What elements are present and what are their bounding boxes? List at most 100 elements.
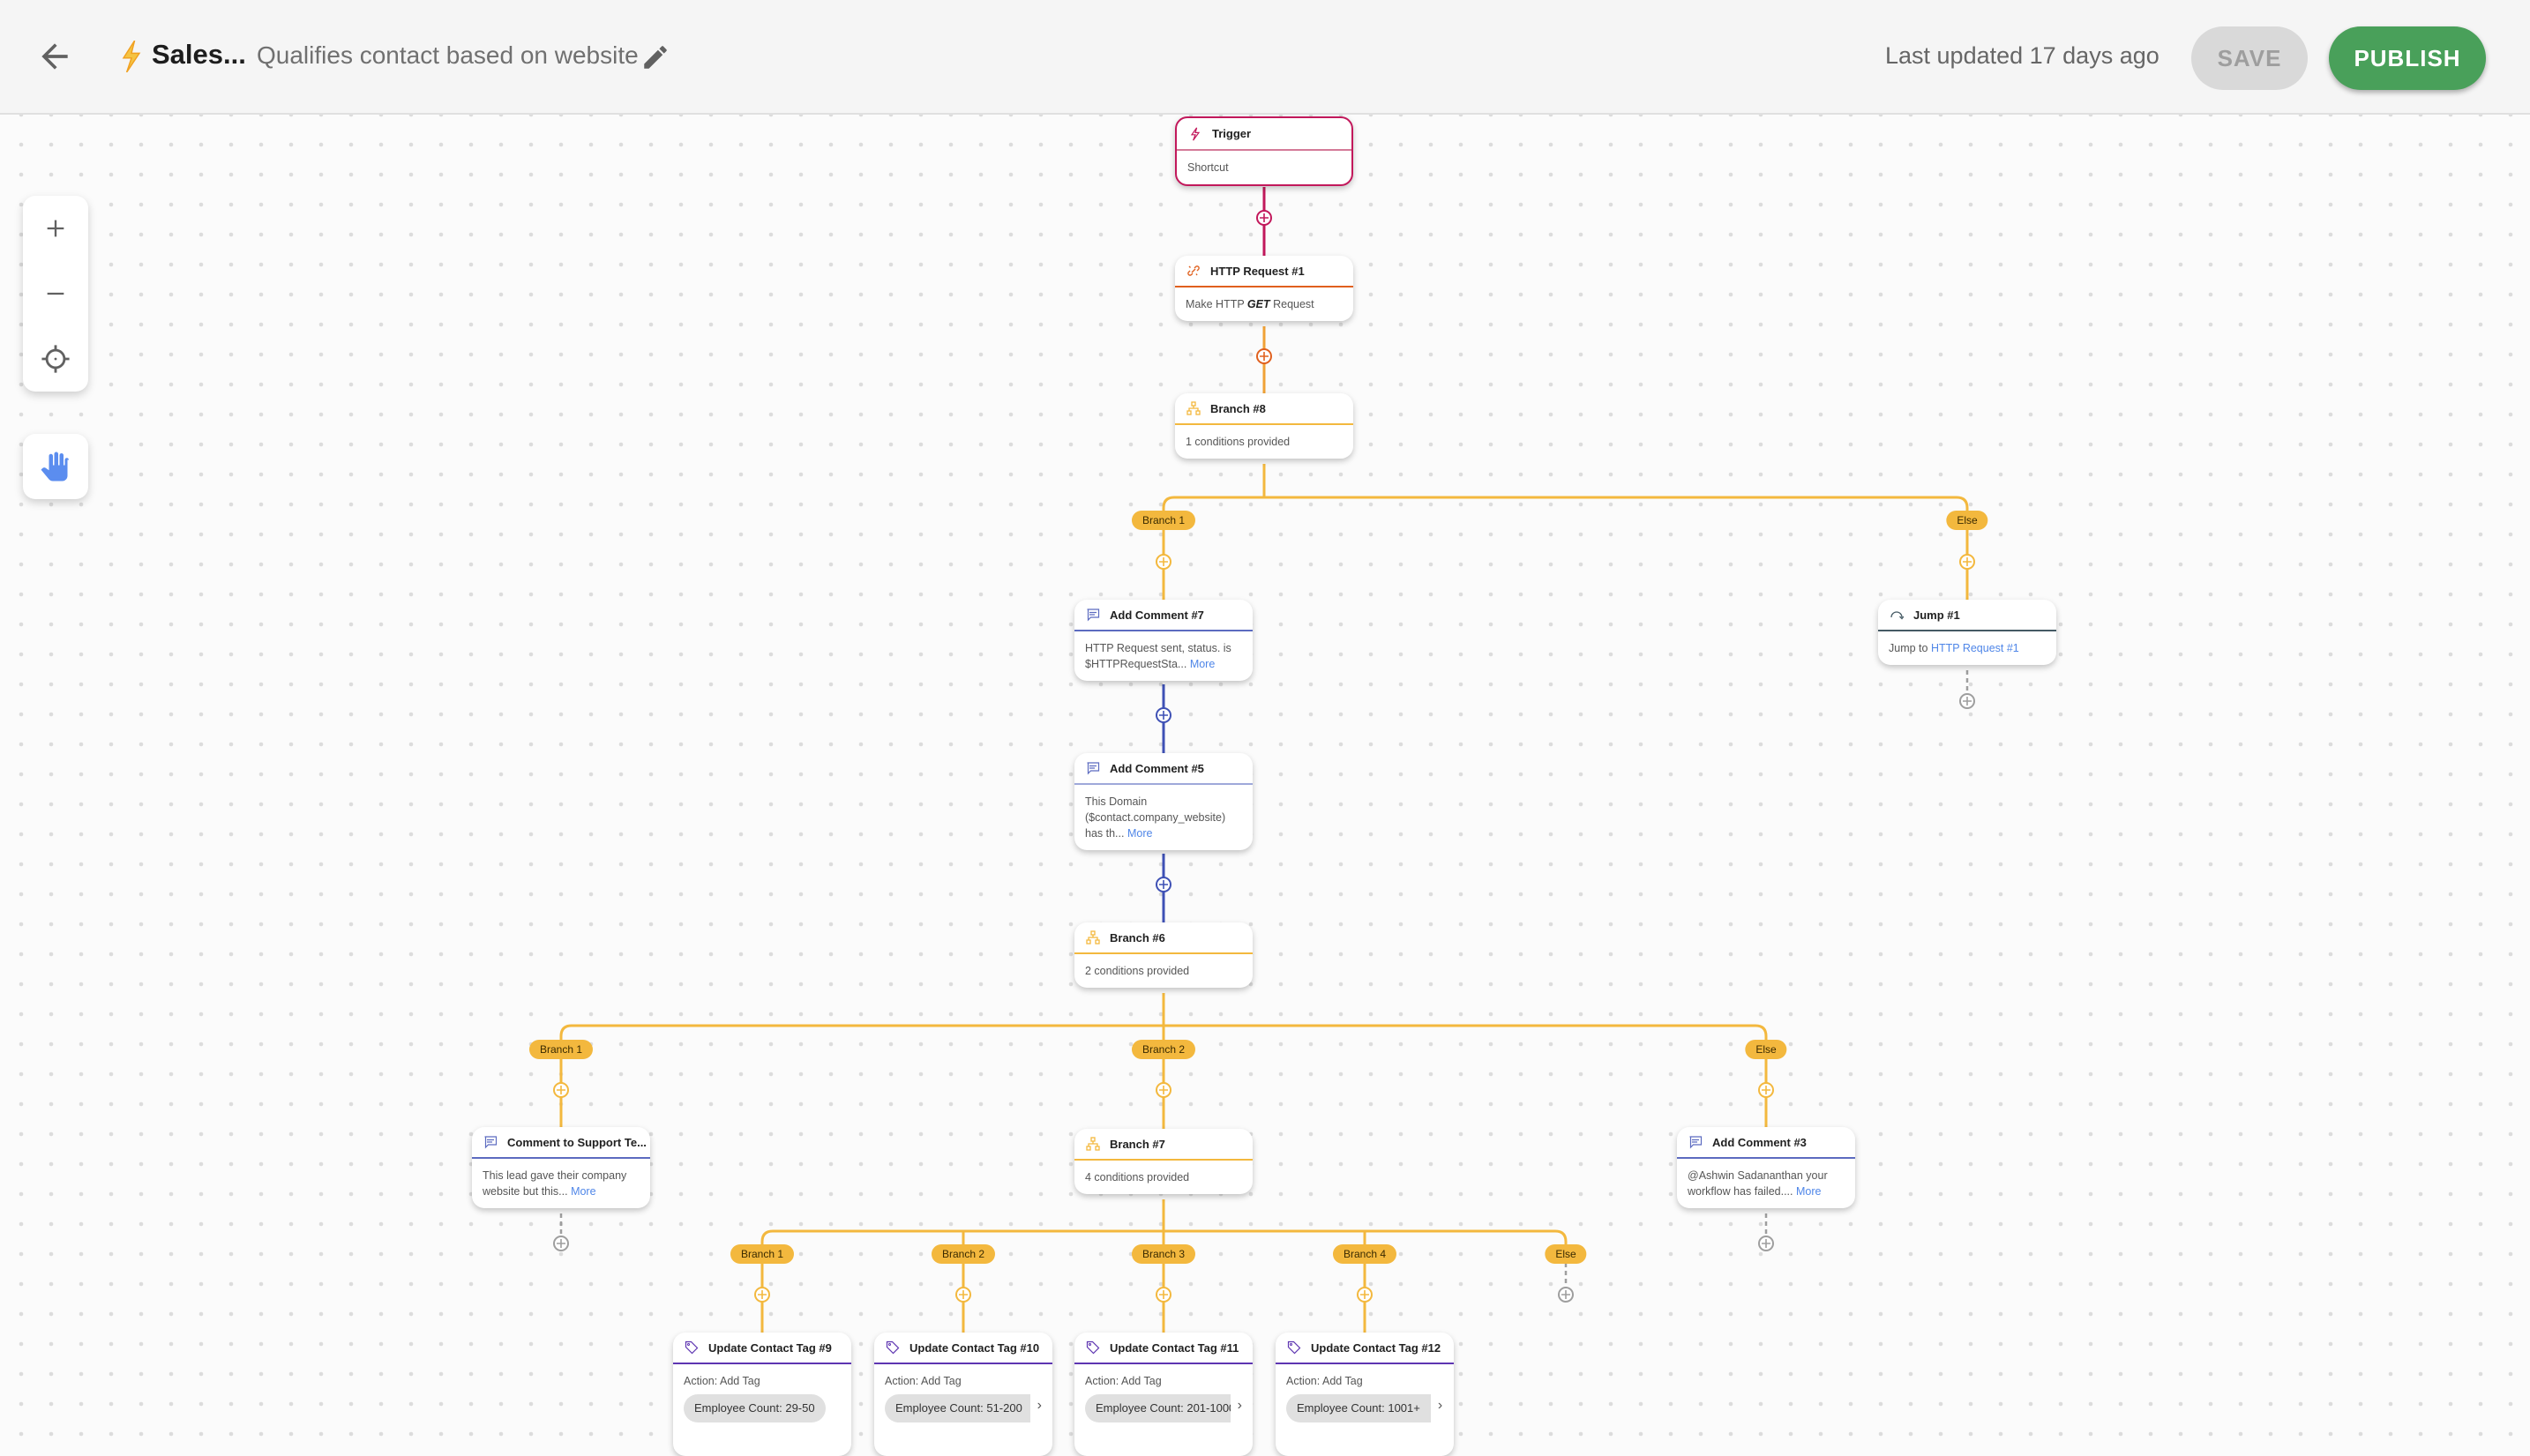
add-step-button[interactable] xyxy=(1558,1287,1574,1303)
tag-action: Action: Add Tag xyxy=(684,1375,760,1387)
node-body: Shortcut xyxy=(1187,161,1229,174)
http-link-icon xyxy=(1186,263,1201,279)
zoom-in-button[interactable] xyxy=(23,196,88,261)
add-step-button[interactable] xyxy=(955,1287,971,1303)
node-title: Trigger xyxy=(1212,127,1252,140)
node-add-comment-3[interactable]: Add Comment #3 @Ashwin Sadananthan your … xyxy=(1677,1127,1855,1208)
chevron-right-icon[interactable]: › xyxy=(1238,1398,1242,1414)
add-step-button[interactable] xyxy=(1758,1236,1774,1251)
node-update-contact-tag-11[interactable]: Update Contact Tag #11 Action: Add Tag E… xyxy=(1074,1333,1253,1456)
add-step-button[interactable] xyxy=(1156,1082,1171,1098)
branch-badge[interactable]: Branch 2 xyxy=(1131,1040,1196,1059)
body-text: This Domain ($contact.company_website) h… xyxy=(1085,795,1226,840)
add-step-button[interactable] xyxy=(1256,210,1272,226)
node-update-contact-tag-12[interactable]: Update Contact Tag #12 Action: Add Tag E… xyxy=(1276,1333,1454,1456)
more-link[interactable]: More xyxy=(1190,658,1215,670)
tag-list: Employee Count: 29-50 xyxy=(684,1389,841,1422)
jump-icon xyxy=(1889,607,1905,623)
more-link[interactable]: More xyxy=(1796,1185,1821,1198)
node-header: Branch #7 xyxy=(1074,1129,1253,1161)
add-step-button[interactable] xyxy=(1156,877,1171,892)
branch-badge[interactable]: Branch 4 xyxy=(1332,1244,1397,1264)
add-step-button[interactable] xyxy=(1156,554,1171,570)
node-header: Branch #8 xyxy=(1175,393,1353,425)
node-title: Add Comment #5 xyxy=(1110,761,1204,775)
more-link[interactable]: More xyxy=(571,1185,595,1198)
add-step-button[interactable] xyxy=(1959,554,1975,570)
add-step-button[interactable] xyxy=(1256,348,1272,364)
branch-icon xyxy=(1085,930,1101,945)
tag-chip: Employee Count: 201-1000 xyxy=(1085,1394,1231,1422)
plus-icon xyxy=(1260,213,1269,222)
plus-icon xyxy=(1159,711,1168,720)
tag-icon xyxy=(684,1340,700,1355)
node-branch-8[interactable]: Branch #8 1 conditions provided xyxy=(1175,393,1353,459)
node-body: Action: Add Tag Employee Count: 201-1000… xyxy=(1074,1364,1253,1431)
node-jump-1[interactable]: Jump #1 Jump to HTTP Request #1 xyxy=(1878,600,2056,665)
add-step-button[interactable] xyxy=(1156,707,1171,723)
branch-badge[interactable]: Branch 1 xyxy=(1131,511,1196,530)
node-body: Action: Add Tag Employee Count: 51-200 › xyxy=(874,1364,1052,1431)
comment-icon xyxy=(1085,760,1101,776)
branch-badge[interactable]: Branch 2 xyxy=(931,1244,996,1264)
plus-icon xyxy=(758,1290,767,1299)
node-body: Action: Add Tag Employee Count: 1001+ › xyxy=(1276,1364,1454,1431)
node-header: Branch #6 xyxy=(1074,922,1253,954)
node-add-comment-5[interactable]: Add Comment #5 This Domain ($contact.com… xyxy=(1074,753,1253,850)
add-step-button[interactable] xyxy=(553,1082,569,1098)
node-branch-6[interactable]: Branch #6 2 conditions provided xyxy=(1074,922,1253,988)
node-title: Branch #8 xyxy=(1210,401,1266,415)
comment-icon xyxy=(483,1134,498,1150)
node-comment-support-team[interactable]: Comment to Support Te... This lead gave … xyxy=(472,1127,650,1208)
plus-icon xyxy=(1159,1290,1168,1299)
branch-icon xyxy=(1186,400,1201,416)
chevron-right-icon[interactable]: › xyxy=(1037,1398,1042,1414)
publish-button[interactable]: PUBLISH xyxy=(2329,26,2486,90)
node-header: HTTP Request #1 xyxy=(1175,256,1353,287)
jump-target-link[interactable]: HTTP Request #1 xyxy=(1931,642,2019,654)
tag-action: Action: Add Tag xyxy=(1085,1375,1162,1387)
plus-icon xyxy=(557,1086,565,1094)
add-step-button[interactable] xyxy=(1959,693,1975,709)
else-badge[interactable]: Else xyxy=(1946,511,1988,530)
node-trigger[interactable]: Trigger Shortcut xyxy=(1175,116,1353,186)
tag-chip: Employee Count: 51-200 xyxy=(885,1394,1030,1422)
branch-badge[interactable]: Branch 3 xyxy=(1131,1244,1196,1264)
node-update-contact-tag-10[interactable]: Update Contact Tag #10 Action: Add Tag E… xyxy=(874,1333,1052,1456)
plus-icon xyxy=(1963,557,1972,566)
add-step-button[interactable] xyxy=(1357,1287,1373,1303)
tag-icon xyxy=(1286,1340,1302,1355)
node-body: @Ashwin Sadananthan your workflow has fa… xyxy=(1677,1159,1855,1208)
add-step-button[interactable] xyxy=(754,1287,770,1303)
body-text: This lead gave their company website but… xyxy=(483,1169,627,1198)
zoom-controls xyxy=(23,196,88,392)
branch-badge[interactable]: Branch 1 xyxy=(730,1244,795,1264)
node-add-comment-7[interactable]: Add Comment #7 HTTP Request sent, status… xyxy=(1074,600,1253,681)
chevron-right-icon[interactable]: › xyxy=(1438,1398,1442,1414)
pan-tool-button[interactable] xyxy=(23,434,88,499)
zoom-out-button[interactable] xyxy=(23,261,88,326)
branch-badge[interactable]: Branch 1 xyxy=(528,1040,594,1059)
recenter-button[interactable] xyxy=(23,326,88,392)
node-title: Update Contact Tag #10 xyxy=(909,1340,1040,1355)
else-badge[interactable]: Else xyxy=(1745,1040,1787,1059)
add-step-button[interactable] xyxy=(1156,1287,1171,1303)
more-link[interactable]: More xyxy=(1127,827,1152,840)
lightning-bolt-icon xyxy=(122,41,141,72)
else-badge[interactable]: Else xyxy=(1545,1244,1587,1264)
save-button[interactable]: SAVE xyxy=(2191,26,2308,90)
edit-button[interactable] xyxy=(640,42,670,72)
add-step-button[interactable] xyxy=(1758,1082,1774,1098)
node-update-contact-tag-9[interactable]: Update Contact Tag #9 Action: Add Tag Em… xyxy=(673,1333,851,1456)
back-button[interactable] xyxy=(35,37,74,76)
add-step-button[interactable] xyxy=(553,1236,569,1251)
node-header: Update Contact Tag #10 xyxy=(874,1333,1052,1364)
node-http-request-1[interactable]: HTTP Request #1 Make HTTP GET Request xyxy=(1175,256,1353,321)
tag-list: Employee Count: 1001+ › xyxy=(1286,1389,1443,1422)
node-body: Action: Add Tag Employee Count: 29-50 xyxy=(673,1364,851,1431)
node-branch-7[interactable]: Branch #7 4 conditions provided xyxy=(1074,1129,1253,1194)
workflow-title[interactable]: Sales... xyxy=(152,39,246,71)
tag-icon xyxy=(885,1340,901,1355)
crosshair-icon xyxy=(41,345,70,373)
plus-icon xyxy=(1963,697,1972,706)
